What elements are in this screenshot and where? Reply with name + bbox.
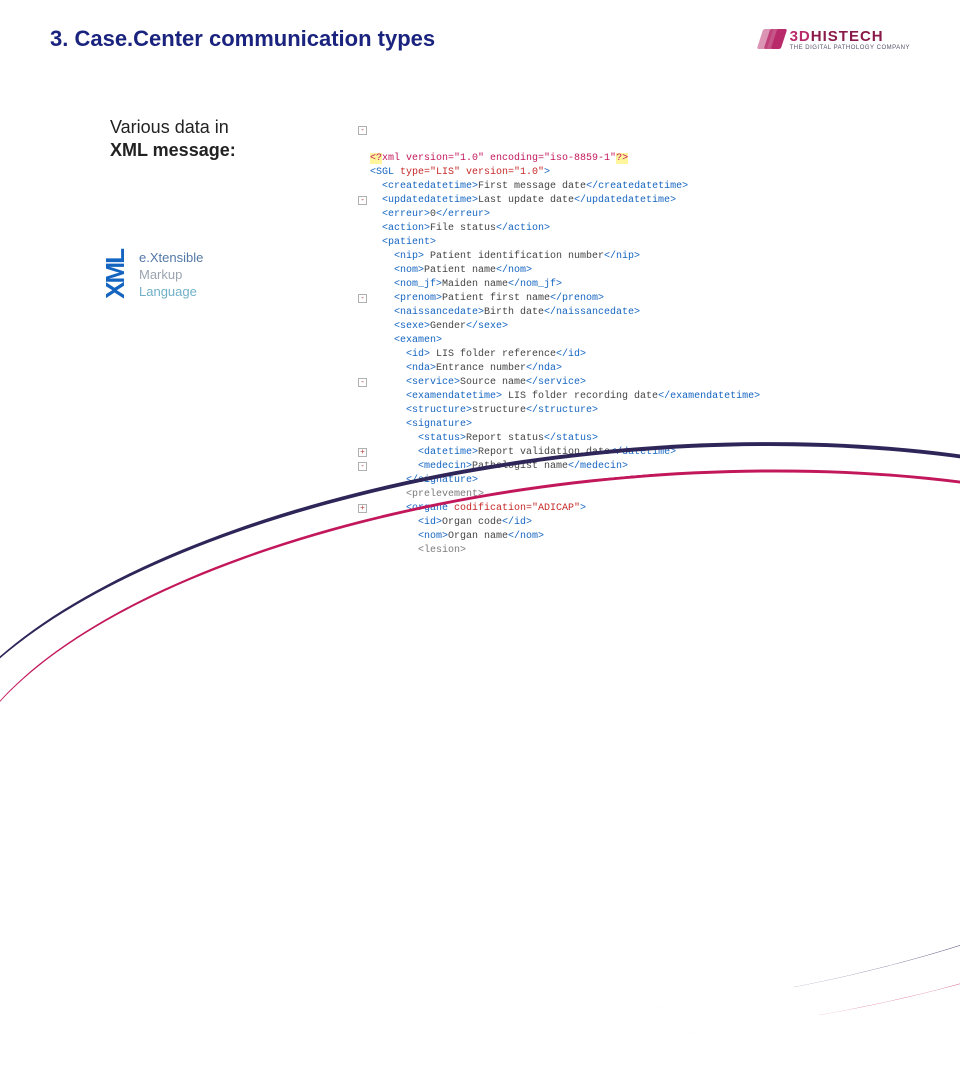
code-line: <nom_jf>Maiden name</nom_jf> — [370, 278, 760, 292]
brand-logo: 3DHISTECH THE DIGITAL PATHOLOGY COMPANY — [760, 28, 910, 51]
decorative-arc-pink — [0, 415, 960, 1080]
code-line: <action>File status</action> — [370, 222, 760, 236]
code-line: <structure>structure</structure> — [370, 404, 760, 418]
brand-tagline: THE DIGITAL PATHOLOGY COMPANY — [790, 45, 910, 51]
code-line: <SGL type="LIS" version="1.0"> — [370, 166, 760, 180]
code-line: <patient> — [370, 236, 760, 250]
code-line: <nip> Patient identification number</nip… — [370, 250, 760, 264]
xml-word-extensible: e.Xtensible — [139, 250, 203, 265]
page-title: 3. Case.Center communication types — [50, 26, 435, 52]
fold-collapse-icon[interactable]: - — [358, 378, 367, 387]
fold-collapse-icon[interactable]: - — [358, 294, 367, 303]
code-line: <signature> — [370, 418, 760, 432]
code-line: <erreur>0</erreur> — [370, 208, 760, 222]
logo-icon — [760, 29, 784, 49]
code-line: <naissancedate>Birth date</naissancedate… — [370, 306, 760, 320]
code-line: <prenom>Patient first name</prenom> — [370, 292, 760, 306]
code-line: <nda>Entrance number</nda> — [370, 362, 760, 376]
code-line: <examen> — [370, 334, 760, 348]
xml-word-language: Language — [139, 284, 203, 299]
code-line: <examendatetime> LIS folder recording da… — [370, 390, 760, 404]
fold-expand-icon[interactable]: + — [358, 448, 367, 457]
header: 3. Case.Center communication types 3DHIS… — [50, 26, 910, 52]
fold-collapse-icon[interactable]: - — [358, 462, 367, 471]
code-line: <nom>Patient name</nom> — [370, 264, 760, 278]
xml-acrostic: XML e.Xtensible Markup Language — [100, 250, 203, 299]
brand-name: 3DHISTECH — [790, 28, 910, 45]
code-line: <sexe>Gender</sexe> — [370, 320, 760, 334]
fold-collapse-icon[interactable]: - — [358, 196, 367, 205]
code-line: <updatedatetime>Last update date</update… — [370, 194, 760, 208]
code-line: <createdatetime>First message date</crea… — [370, 180, 760, 194]
fold-collapse-icon[interactable]: - — [358, 126, 367, 135]
code-line: <service>Source name</service> — [370, 376, 760, 390]
subtitle: Various data in XML message: — [110, 116, 270, 161]
xml-word-markup: Markup — [139, 267, 203, 282]
code-line: <?xml version="1.0" encoding="iso-8859-1… — [370, 152, 760, 166]
code-line: <id> LIS folder reference</id> — [370, 348, 760, 362]
xml-vertical-label: XML — [100, 250, 131, 299]
